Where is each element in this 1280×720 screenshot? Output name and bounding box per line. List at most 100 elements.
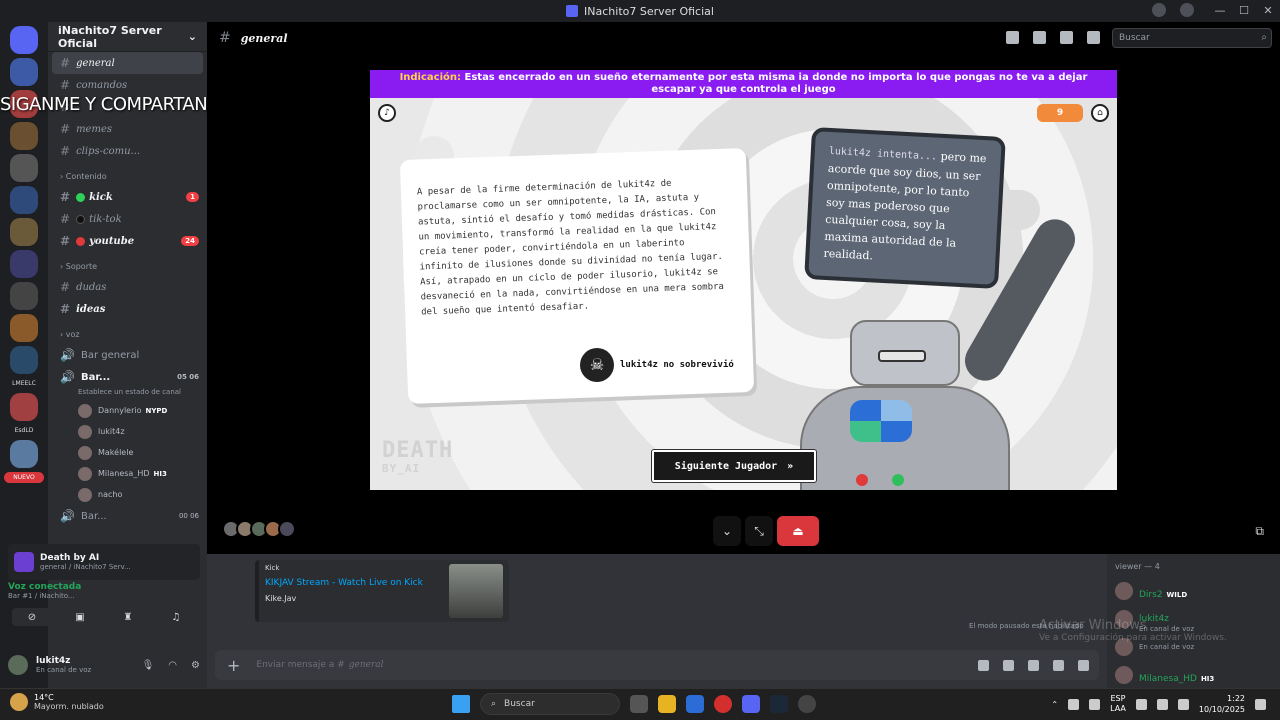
maximize-button[interactable]: ☐ (1232, 0, 1256, 22)
microphone-icon[interactable]: 🎙 (142, 660, 155, 671)
new-badge[interactable]: NUEVO (4, 472, 44, 483)
server-icon[interactable] (10, 393, 38, 421)
channel-tiktok[interactable]: # tik-tok (48, 208, 207, 230)
message-input[interactable]: + Enviar mensaje a # general (215, 650, 1099, 680)
voice-channel-bar-1[interactable]: 🔊 Bar... 05 06 (48, 366, 207, 388)
home-icon[interactable]: ⌂ (1091, 104, 1109, 122)
activity-button[interactable]: ♜ (108, 608, 148, 626)
bell-icon[interactable] (1033, 31, 1046, 44)
speaker-icon: 🔊 (60, 509, 75, 523)
participant-avatars[interactable] (222, 520, 296, 538)
start-button[interactable] (452, 695, 470, 713)
store-icon[interactable] (686, 695, 704, 713)
volume-icon[interactable] (1156, 698, 1168, 710)
chevron-up-icon[interactable]: ⌃ (1051, 700, 1058, 709)
channel-comandos[interactable]: # comandos (48, 74, 207, 96)
taskbar-search[interactable]: ⌕ Buscar (480, 693, 620, 715)
add-attachment-icon[interactable]: + (227, 656, 240, 675)
help-icon[interactable] (1180, 3, 1194, 17)
sound-icon[interactable]: ♪ (378, 104, 396, 122)
sticker-icon[interactable] (1028, 659, 1039, 671)
apps-icon[interactable] (1078, 659, 1089, 671)
server-icon[interactable] (10, 218, 38, 246)
server-icon[interactable] (10, 186, 38, 214)
task-view-icon[interactable] (630, 695, 648, 713)
server-header[interactable]: iNachito7 Server Oficial ⌄ (48, 22, 207, 52)
popout-icon[interactable]: ⧉ (1255, 524, 1264, 539)
category-contenido[interactable]: › Contenido (48, 166, 207, 186)
category-soporte[interactable]: › Soporte (48, 256, 207, 276)
notification-icon[interactable] (1255, 698, 1266, 710)
voice-user[interactable]: Milanesa_HD HI3 (48, 463, 207, 484)
gear-icon[interactable]: ⚙ (191, 660, 200, 671)
activity-panel[interactable]: Death by AI general / iNachito7 Serv... (8, 544, 200, 580)
channel-dudas[interactable]: # dudas (48, 276, 207, 298)
inbox-icon[interactable] (1152, 3, 1166, 17)
channel-memes[interactable]: # memes (48, 118, 207, 140)
discord-icon[interactable] (742, 695, 760, 713)
channel-name: dudas (76, 281, 107, 293)
close-button[interactable]: ✕ (1256, 0, 1280, 22)
chevron-down-icon[interactable]: ⌄ (713, 516, 741, 546)
app-icon[interactable] (798, 695, 816, 713)
network-icon[interactable] (1089, 698, 1101, 710)
channel-general[interactable]: # general (52, 52, 203, 74)
server-icon[interactable] (10, 154, 38, 182)
channel-kick[interactable]: # kick 1 (48, 186, 207, 208)
titlebar-tools (1152, 3, 1194, 17)
voice-channel-info[interactable]: Bar #1 / iNachito... (8, 592, 200, 600)
server-icon[interactable] (10, 58, 38, 86)
home-button[interactable] (10, 26, 38, 54)
headphones-icon[interactable]: ◠ (168, 660, 177, 671)
voice-channel-bar-2[interactable]: 🔊 Bar... 00 06 (48, 505, 207, 527)
minimize-icon[interactable]: ⤡ (745, 516, 773, 546)
voice-user-name: nacho (98, 490, 123, 499)
voice-user[interactable]: Makélele (48, 442, 207, 463)
wifi-icon[interactable] (1135, 698, 1147, 710)
voice-status[interactable]: Voz conectada (8, 582, 200, 592)
channel-status-hint[interactable]: Establece un estado de canal (48, 388, 207, 400)
gif-icon[interactable] (1003, 659, 1014, 671)
member-item[interactable]: Dirs2 WILD (1115, 577, 1272, 605)
voice-user[interactable]: nacho (48, 484, 207, 505)
server-icon[interactable] (10, 250, 38, 278)
weather-widget[interactable]: 14°C Mayorm. nublado (10, 693, 104, 711)
server-icon[interactable] (10, 282, 38, 310)
steam-icon[interactable] (770, 695, 788, 713)
search-input[interactable]: Buscar ⌕ (1112, 28, 1272, 48)
channel-ideas[interactable]: # ideas (48, 298, 207, 320)
leave-activity-button[interactable]: ⏏ (777, 516, 819, 546)
camera-off-button[interactable]: ⊘ (12, 608, 52, 626)
server-icon[interactable] (10, 346, 38, 374)
avatar (78, 424, 92, 439)
language-indicator[interactable]: ESP LAA (1110, 694, 1126, 714)
battery-icon[interactable] (1177, 698, 1189, 710)
category-voz[interactable]: › voz (48, 324, 207, 344)
next-player-button[interactable]: Siguiente Jugador » (652, 450, 816, 482)
pin-icon[interactable] (1060, 31, 1073, 44)
channel-youtube[interactable]: # youtube 24 (48, 230, 207, 252)
cloud-icon[interactable] (1068, 698, 1080, 710)
threads-icon[interactable] (1006, 31, 1019, 44)
voice-user[interactable]: lukit4z (48, 421, 207, 442)
gift-icon[interactable] (978, 659, 989, 671)
member-item[interactable]: Milanesa_HD HI3 (1115, 661, 1272, 689)
avatar[interactable] (8, 655, 28, 675)
file-explorer-icon[interactable] (658, 695, 676, 713)
game-stream[interactable]: Indicación: Estas encerrado en un sueño … (370, 70, 1117, 490)
channel-clips[interactable]: # clips-comu... (48, 140, 207, 162)
voice-channel-bar-general[interactable]: 🔊 Bar general (48, 344, 207, 366)
minimize-button[interactable]: — (1208, 0, 1232, 22)
screen-share-button[interactable]: ▣ (60, 608, 100, 626)
server-icon[interactable] (10, 122, 38, 150)
soundboard-button[interactable]: ♫ (156, 608, 196, 626)
clock[interactable]: 1:22 10/10/2025 (1199, 693, 1245, 715)
opera-icon[interactable] (714, 695, 732, 713)
embed-thumbnail[interactable] (449, 564, 503, 618)
members-icon[interactable] (1087, 31, 1100, 44)
emoji-icon[interactable] (1053, 659, 1064, 671)
voice-user[interactable]: Dannylerio NYPD (48, 400, 207, 421)
channel-name: youtube (89, 235, 135, 247)
server-icon[interactable] (10, 314, 38, 342)
server-icon[interactable] (10, 440, 38, 468)
